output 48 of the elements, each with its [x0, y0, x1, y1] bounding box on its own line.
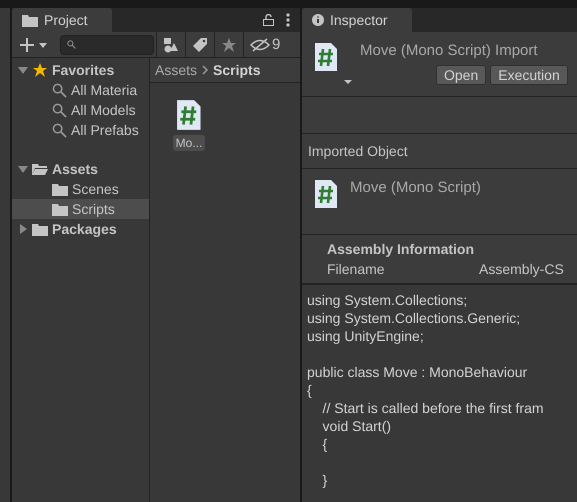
inspector-tab[interactable]: Inspector	[302, 8, 412, 32]
folder-icon	[52, 182, 68, 196]
folder-icon	[22, 14, 38, 26]
tree-item[interactable]: Scripts	[12, 199, 149, 219]
folder-icon	[32, 222, 48, 236]
search-icon	[52, 122, 67, 138]
breadcrumb-item[interactable]: Assets	[155, 62, 198, 78]
section-heading: Assembly Information	[327, 241, 476, 257]
tree-item[interactable]: Packages	[12, 219, 149, 239]
header-button[interactable]: Execution	[490, 65, 568, 85]
object-name: Move (Mono Script)	[350, 179, 481, 198]
code-text: using System.Collections; using System.Collections.Generic; using UnityEngine; public class Move : MonoBehaviour { // Start is called before the first fram void Start() { }	[306, 291, 545, 489]
search-field[interactable]	[60, 34, 154, 54]
search-icon	[67, 40, 76, 49]
header-button[interactable]: Open	[436, 65, 486, 85]
lock-icon[interactable]	[263, 14, 274, 26]
breadcrumb-item[interactable]: Scripts	[213, 62, 260, 78]
collapse-arrow-icon[interactable]	[18, 224, 28, 234]
tree-item[interactable]: Favorites	[12, 60, 149, 80]
search-icon	[52, 82, 67, 98]
tree-item[interactable]: All Models	[12, 100, 149, 120]
menu-icon[interactable]	[286, 13, 290, 27]
field-value: Assembly-CS	[479, 261, 564, 277]
hidden-packages-button[interactable]: 9	[243, 32, 286, 57]
file-name[interactable]: Mo...	[172, 135, 206, 151]
star-icon	[32, 62, 48, 78]
expand-arrow-icon[interactable]	[18, 65, 28, 75]
folder-icon	[52, 202, 68, 216]
chevron-icon	[201, 65, 210, 75]
tree-item[interactable]: All Materia	[12, 80, 149, 100]
info-icon	[312, 14, 324, 26]
script-icon	[314, 42, 354, 86]
section-heading: Imported Object	[302, 134, 577, 169]
open-folder-icon	[32, 162, 48, 176]
tree-item[interactable]: Assets	[12, 159, 149, 179]
search-icon	[52, 102, 67, 118]
inspector-title: Move (Mono Script) Import	[360, 42, 539, 59]
project-tab[interactable]: Project	[12, 8, 112, 32]
tree-item[interactable]: Scenes	[12, 179, 149, 199]
script-icon	[314, 179, 338, 209]
shapes-icon	[163, 36, 179, 52]
hidden-eye-icon	[250, 38, 270, 52]
expand-arrow-icon[interactable]	[18, 164, 28, 174]
script-icon	[176, 99, 202, 131]
tag-icon	[192, 36, 208, 52]
field-label: Filename	[327, 261, 386, 277]
star-icon	[221, 36, 237, 52]
tree-item[interactable]: All Prefabs	[12, 120, 149, 140]
